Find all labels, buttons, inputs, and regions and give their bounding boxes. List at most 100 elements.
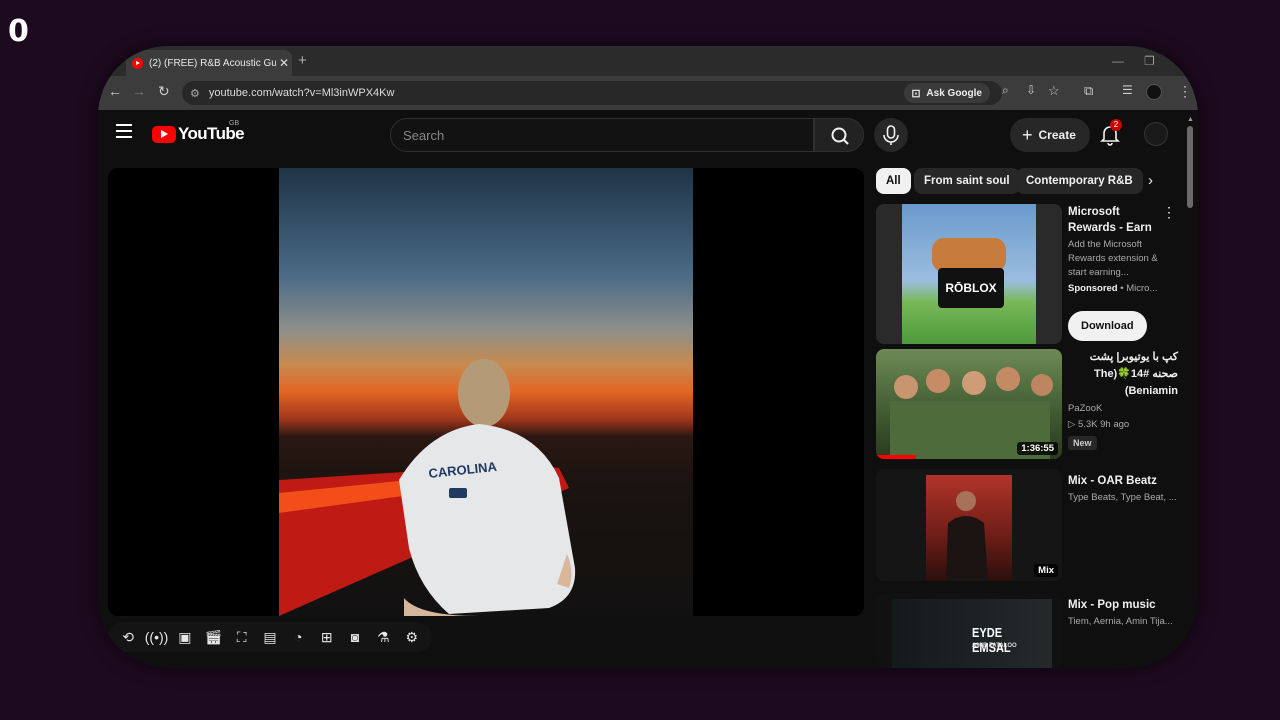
sponsored-label: Sponsored	[1068, 283, 1118, 294]
video-stats: ▷ 5.3K 9h ago	[1068, 419, 1130, 430]
chevron-right-icon[interactable]: ›	[1148, 172, 1153, 189]
new-tab-button[interactable]: +	[298, 52, 307, 69]
mix-title: Mix - OAR Beatz	[1068, 475, 1157, 487]
tab-close-icon[interactable]: ✕	[276, 56, 292, 70]
search-button[interactable]	[814, 118, 864, 152]
mix-artists: Tiem, Aernia, Amin Tija...	[1068, 616, 1173, 627]
zoom-icon[interactable]: ⌕	[1002, 83, 1009, 98]
video-title: کپ با یوتیوبر| پشت صحنه The)🍀14# (Beniam…	[1089, 351, 1178, 397]
notification-badge: 2	[1110, 119, 1122, 131]
create-button[interactable]: + Create	[1010, 118, 1090, 152]
video-frame[interactable]: CAROLINA	[279, 168, 693, 616]
advertiser-name: • Micro...	[1120, 283, 1158, 294]
mix-meta: Mix - OAR Beatz Type Beats, Type Beat, .…	[1068, 469, 1178, 505]
new-badge: New	[1068, 436, 1097, 450]
chip-contemporary-rnb[interactable]: Contemporary R&B	[1016, 168, 1143, 194]
scroll-up-icon[interactable]: ▲	[1187, 116, 1194, 123]
mix-artists: Type Beats, Type Beat, ...	[1068, 492, 1177, 503]
tab-strip: (2) (FREE) R&B Acoustic Guitar ✕ + — ❐	[98, 46, 1198, 76]
ad-title-line2: Rewards - Earn	[1068, 222, 1152, 234]
filter-chips: All From saint soul Contemporary R&B	[876, 168, 1176, 194]
extensions-icon[interactable]: ⧉	[1084, 83, 1093, 99]
add-screenshot-icon[interactable]: ⊞	[316, 626, 338, 648]
mix-label: Mix	[1034, 564, 1058, 577]
create-label: Create	[1038, 128, 1076, 142]
video-duration: 1:36:55	[1017, 442, 1058, 455]
video-scene-illustration: CAROLINA	[279, 359, 576, 616]
youtube-wordmark: YouTube	[178, 124, 245, 143]
microphone-icon	[883, 125, 899, 145]
roblox-scene: RŌBLOX	[902, 204, 1036, 344]
player-extension-toolbar: ⟲ ((•)) ▣ 🎬︎ ⛶ ▤ ◔ ⊞ ◙ ⚗ ⚙	[108, 622, 432, 652]
roblox-characters	[932, 238, 1006, 272]
notifications-button[interactable]: 2	[1098, 119, 1122, 146]
minimize-icon[interactable]: —	[1112, 54, 1124, 68]
voice-search-button[interactable]	[874, 118, 908, 152]
media-queue-icon[interactable]: ☰	[1122, 83, 1133, 97]
search-icon	[831, 127, 849, 145]
ad-thumbnail[interactable]: RŌBLOX	[876, 204, 1062, 344]
broadcast-icon[interactable]: ((•))	[145, 626, 169, 648]
recommended-video-1[interactable]: 1:36:55 کپ با یوتیوبر| پشت صحنه The)🍀14#…	[876, 349, 1178, 459]
camera-icon[interactable]: ◙	[344, 626, 366, 648]
ask-google-button[interactable]: Ask Google	[904, 83, 990, 103]
recommended-mix-1[interactable]: Mix Mix - OAR Beatz Type Beats, Type Bea…	[876, 469, 1178, 581]
bookmark-star-icon[interactable]: ☆	[1048, 83, 1060, 99]
site-info-icon[interactable]: ⚙	[190, 87, 200, 100]
restore-icon[interactable]: ❐	[1144, 54, 1155, 68]
account-avatar[interactable]	[1144, 122, 1168, 146]
search-input[interactable]: Search	[390, 118, 814, 152]
cover-title: EYDE EMSAL	[972, 625, 1011, 655]
cover-artist: AMIR TATALOO	[972, 643, 1017, 649]
forward-icon[interactable]: →	[132, 83, 146, 99]
browser-toolbar: ← → ↻ ⚙ youtube.com/watch?v=Ml3inWPX4Kw …	[98, 76, 1198, 110]
youtube-play-logo-icon	[152, 125, 176, 143]
chip-all[interactable]: All	[876, 168, 911, 194]
flask-icon[interactable]: ⚗	[372, 626, 394, 648]
tab-title: (2) (FREE) R&B Acoustic Guitar	[149, 57, 276, 69]
region-code: GB	[229, 120, 240, 127]
more-options-icon[interactable]: ⋮	[1162, 204, 1176, 221]
video-meta: کپ با یوتیوبر| پشت صحنه The)🍀14# (Beniam…	[1068, 349, 1178, 451]
clapperboard-icon[interactable]: 🎬︎	[202, 626, 224, 648]
mix-thumbnail[interactable]: EYDE EMSAL AMIR TATALOO	[876, 593, 1062, 668]
sponsored-card[interactable]: RŌBLOX Microsoft Rewards - Earn Add the …	[876, 204, 1176, 344]
download-button[interactable]: Download	[1068, 311, 1147, 341]
mix-thumbnail[interactable]: Mix	[876, 469, 1062, 581]
mix-meta: Mix - Pop music Tiem, Aernia, Amin Tija.…	[1068, 593, 1178, 629]
roblox-card: RŌBLOX	[938, 268, 1004, 308]
address-bar[interactable]: ⚙ youtube.com/watch?v=Ml3inWPX4Kw Ask Go…	[182, 81, 1002, 105]
browser-tab[interactable]: (2) (FREE) R&B Acoustic Guitar ✕	[126, 50, 292, 76]
chip-from-saint-soul[interactable]: From saint soul	[914, 168, 1020, 194]
youtube-favicon-icon	[132, 57, 143, 69]
mix-cover-art: EYDE EMSAL AMIR TATALOO	[892, 599, 1052, 668]
recommended-mix-2[interactable]: EYDE EMSAL AMIR TATALOO Mix - Pop music …	[876, 593, 1176, 668]
browser-menu-icon[interactable]: ⋮	[1178, 83, 1192, 100]
url-text: youtube.com/watch?v=Ml3inWPX4Kw	[208, 87, 395, 99]
loop-icon[interactable]: ⟲	[117, 626, 139, 648]
fit-screen-icon[interactable]: ⛶	[231, 626, 253, 648]
profile-avatar[interactable]	[1146, 84, 1162, 100]
watched-icon[interactable]: ▣	[174, 626, 196, 648]
video-player[interactable]: CAROLINA	[108, 168, 864, 616]
ad-description: Add the Microsoft Rewards extension & st…	[1068, 239, 1158, 278]
page-scrollbar[interactable]: ▲	[1186, 116, 1194, 668]
mix-title: Mix - Pop music	[1068, 599, 1156, 611]
scrollbar-thumb[interactable]	[1187, 126, 1193, 208]
youtube-logo[interactable]: YouTube GB	[152, 120, 245, 144]
frame-counter: 0	[8, 14, 29, 49]
channel-name: PaZooK	[1068, 403, 1103, 414]
cinema-mode-icon[interactable]: ▤	[259, 626, 281, 648]
back-icon[interactable]: ←	[108, 83, 122, 99]
install-icon[interactable]: ⇩	[1026, 83, 1036, 97]
reload-icon[interactable]: ↻	[158, 83, 170, 100]
youtube-header: YouTube GB Search + Create 2	[98, 110, 1198, 160]
speedometer-icon[interactable]: ◔	[287, 626, 309, 648]
mix-cover-art	[926, 475, 1012, 581]
settings-gear-icon[interactable]: ⚙	[401, 626, 423, 648]
menu-icon[interactable]	[116, 124, 132, 138]
video-thumbnail[interactable]: 1:36:55	[876, 349, 1062, 459]
singer-illustration	[946, 491, 988, 581]
browser-window: (2) (FREE) R&B Acoustic Guitar ✕ + — ❐ ←…	[98, 46, 1198, 668]
plus-icon: +	[1022, 124, 1033, 145]
